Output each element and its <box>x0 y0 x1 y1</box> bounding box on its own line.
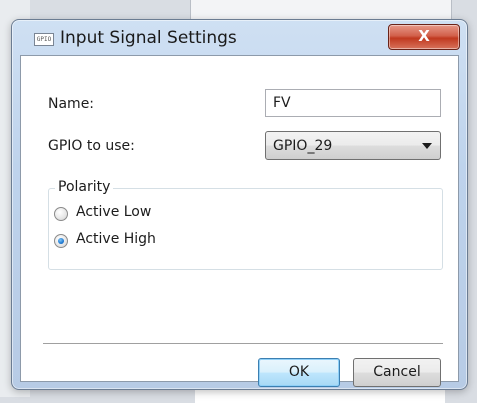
ok-button[interactable]: OK <box>258 358 340 387</box>
input-signal-settings-dialog: GPIO Input Signal Settings X Name: FV GP… <box>11 19 468 390</box>
window-title: Input Signal Settings <box>60 28 237 48</box>
polarity-legend: Polarity <box>55 179 114 195</box>
dialog-content: Name: FV GPIO to use: GPIO_29 Polarity A… <box>20 55 459 387</box>
gpio-label: GPIO to use: <box>48 138 135 154</box>
close-button[interactable]: X <box>388 24 460 50</box>
gpio-select[interactable]: GPIO_29 <box>265 131 441 160</box>
name-field[interactable]: FV <box>265 89 441 117</box>
separator <box>43 343 443 344</box>
close-icon: X <box>418 27 430 45</box>
cancel-button[interactable]: Cancel <box>353 358 441 387</box>
polarity-group <box>48 188 443 270</box>
name-label: Name: <box>48 96 95 112</box>
title-bar[interactable]: GPIO Input Signal Settings X <box>12 20 467 54</box>
radio-button-icon[interactable] <box>54 207 68 221</box>
gpio-app-icon: GPIO <box>34 33 54 46</box>
radio-button-checked-icon[interactable] <box>54 234 68 248</box>
gpio-selected-value: GPIO_29 <box>273 138 333 154</box>
chevron-down-icon <box>422 143 432 149</box>
radio-active-low-label[interactable]: Active Low <box>76 204 151 220</box>
radio-active-high-label[interactable]: Active High <box>76 231 156 247</box>
